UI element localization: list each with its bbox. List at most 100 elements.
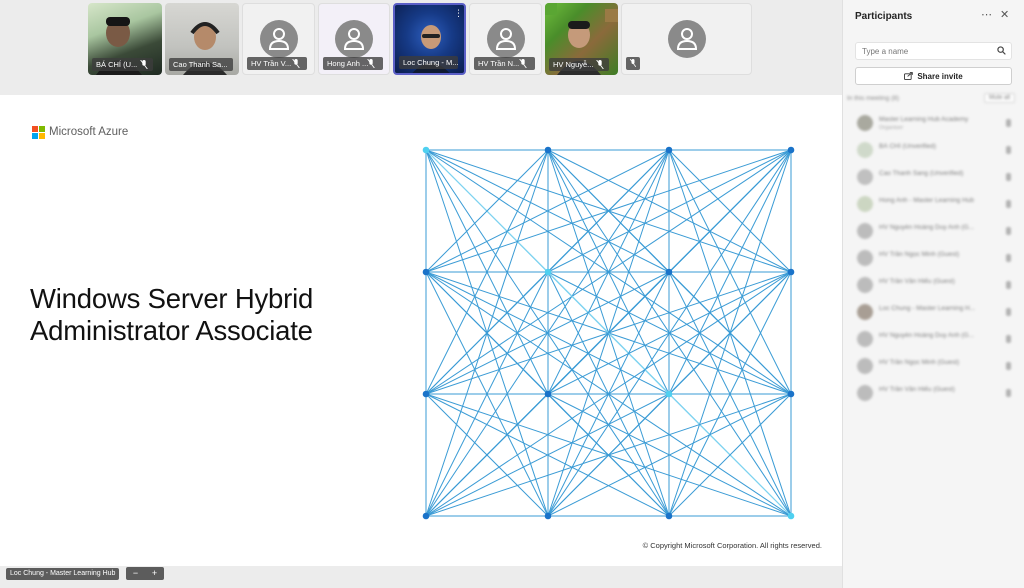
participant-list-item[interactable]: HV Trần Ngọc Minh (Guest) bbox=[843, 245, 1024, 272]
mesh-node bbox=[787, 146, 795, 154]
participant-name: HV Nguyễn Hoàng Duy Anh (G... bbox=[879, 224, 975, 231]
mic-off-icon bbox=[292, 59, 300, 68]
zoom-in-button[interactable]: + bbox=[145, 567, 164, 580]
mic-off-icon[interactable] bbox=[1006, 281, 1011, 289]
person-icon bbox=[486, 20, 525, 58]
mesh-node bbox=[665, 268, 673, 276]
avatar bbox=[857, 277, 873, 293]
search-box[interactable] bbox=[855, 42, 1012, 60]
avatar bbox=[857, 115, 873, 131]
share-invite-label: Share invite bbox=[917, 71, 963, 81]
avatar bbox=[857, 385, 873, 401]
mesh-node bbox=[544, 268, 552, 276]
mesh-node bbox=[422, 268, 430, 276]
mesh-node bbox=[544, 512, 552, 520]
avatar bbox=[857, 196, 873, 212]
mic-off-icon[interactable] bbox=[1006, 146, 1011, 154]
participant-list-item[interactable]: Loc Chung - Master Learning H... bbox=[843, 299, 1024, 326]
video-tile[interactable]: BÁ CHÍ (U... bbox=[88, 3, 162, 75]
person-icon bbox=[259, 20, 298, 58]
mesh-node bbox=[665, 146, 673, 154]
mic-off-icon[interactable] bbox=[1006, 362, 1011, 370]
presenter-label: Loc Chung - Master Learning Hub bbox=[6, 568, 120, 580]
in-meeting-label[interactable]: In this meeting (8) bbox=[847, 95, 899, 102]
participant-list-item[interactable]: BÁ CHÍ (Unverified) bbox=[843, 137, 1024, 164]
person-icon bbox=[335, 20, 373, 58]
mesh-node bbox=[544, 390, 552, 398]
more-options-icon[interactable]: ⋯ bbox=[981, 8, 992, 21]
share-icon bbox=[904, 72, 914, 80]
participant-name: Loc Chung - M... bbox=[399, 56, 458, 69]
participants-panel: Participants ⋯ ✕ Share invite In this me… bbox=[842, 0, 1024, 588]
zoom-out-button[interactable]: − bbox=[126, 567, 145, 580]
mic-off-icon bbox=[630, 59, 636, 67]
microsoft-logo-icon bbox=[32, 125, 45, 139]
mesh-node bbox=[787, 512, 795, 520]
logo-square bbox=[39, 132, 45, 139]
mic-off-badge bbox=[626, 57, 640, 70]
mesh-node bbox=[544, 146, 552, 154]
in-meeting-header: In this meeting (8) Mute all bbox=[847, 93, 1017, 107]
video-tile[interactable]: Hong Anh ... bbox=[318, 3, 390, 75]
participant-name: Hong Anh - Master Learning Hub bbox=[879, 197, 975, 204]
participant-list-item[interactable]: HV Nguyễn Hoàng Duy Anh (G... bbox=[843, 326, 1024, 353]
search-input[interactable] bbox=[862, 45, 990, 58]
mic-off-icon bbox=[140, 60, 148, 69]
search-icon[interactable] bbox=[997, 46, 1006, 55]
participant-name: HV Nguyễn Hoàng Duy Anh (G... bbox=[879, 332, 975, 339]
microsoft-azure-logo: Microsoft Azure bbox=[32, 125, 128, 139]
zoom-controls: − + bbox=[126, 567, 164, 580]
close-icon[interactable]: ✕ bbox=[1000, 8, 1009, 21]
more-options-icon[interactable]: ⋮ bbox=[454, 9, 463, 18]
video-tile[interactable]: HV Nguyễ... bbox=[545, 3, 618, 75]
participant-name: Cao Thanh Sang (Unverified) bbox=[879, 170, 964, 177]
avatar bbox=[857, 169, 873, 185]
participant-list-item[interactable]: Master Learning Hub Academy Organiser bbox=[843, 110, 1024, 137]
participant-name: Cao Thanh Sa... bbox=[169, 58, 233, 71]
avatar bbox=[857, 223, 873, 239]
avatar bbox=[857, 331, 873, 347]
mic-off-icon bbox=[596, 60, 604, 69]
participant-list-item[interactable]: HV Nguyễn Hoàng Duy Anh (G... bbox=[843, 218, 1024, 245]
mesh-node bbox=[787, 268, 795, 276]
logo-square bbox=[32, 125, 38, 132]
mic-off-icon[interactable] bbox=[1006, 254, 1011, 262]
mic-off-icon[interactable] bbox=[1006, 119, 1011, 127]
logo-square bbox=[39, 125, 45, 132]
share-invite-button[interactable]: Share invite bbox=[855, 67, 1012, 85]
mic-off-icon[interactable] bbox=[1006, 389, 1011, 397]
video-tile-active[interactable]: ⋮ Loc Chung - M... bbox=[393, 3, 466, 75]
participant-list-item[interactable]: HV Trần Văn Hiếu (Guest) bbox=[843, 272, 1024, 299]
participant-list-item[interactable]: HV Trần Văn Hiếu (Guest) bbox=[843, 380, 1024, 407]
mesh-node bbox=[422, 146, 430, 154]
mic-off-icon bbox=[519, 59, 527, 68]
mesh-node bbox=[787, 390, 795, 398]
video-tile[interactable]: HV Trần V... bbox=[242, 3, 315, 75]
participant-name: HV Trần Ngọc Minh (Guest) bbox=[879, 251, 960, 258]
participant-list-item[interactable]: Hong Anh - Master Learning Hub bbox=[843, 191, 1024, 218]
logo-square bbox=[32, 132, 38, 139]
participant-role: Organiser bbox=[879, 125, 904, 131]
participant-list: Master Learning Hub Academy Organiser BÁ C… bbox=[843, 110, 1024, 407]
avatar bbox=[857, 142, 873, 158]
video-tile[interactable] bbox=[621, 3, 752, 75]
mic-icon[interactable] bbox=[1006, 308, 1011, 316]
mic-icon[interactable] bbox=[1006, 173, 1011, 181]
mesh-node bbox=[665, 512, 673, 520]
avatar bbox=[857, 250, 873, 266]
mic-off-icon[interactable] bbox=[1006, 227, 1011, 235]
participant-list-item[interactable]: Cao Thanh Sang (Unverified) bbox=[843, 164, 1024, 191]
mic-off-icon[interactable] bbox=[1006, 335, 1011, 343]
slide-title-line1: Windows Server Hybrid bbox=[30, 283, 314, 314]
copyright-text: © Copyright Microsoft Corporation. All r… bbox=[642, 541, 822, 550]
participant-list-item[interactable]: HV Trần Ngọc Minh (Guest) bbox=[843, 353, 1024, 380]
participant-name: HV Trần Văn Hiếu (Guest) bbox=[879, 386, 955, 393]
participant-name: Loc Chung - Master Learning H... bbox=[879, 305, 976, 312]
mesh-node bbox=[665, 390, 673, 398]
mute-all-button[interactable]: Mute all bbox=[983, 93, 1015, 103]
video-tile[interactable]: HV Trần N... bbox=[469, 3, 542, 75]
slide-title: Windows Server Hybrid Administrator Asso… bbox=[30, 283, 410, 347]
mic-off-icon[interactable] bbox=[1006, 200, 1011, 208]
video-tile[interactable]: Cao Thanh Sa... bbox=[165, 3, 239, 75]
mesh-node bbox=[422, 390, 430, 398]
